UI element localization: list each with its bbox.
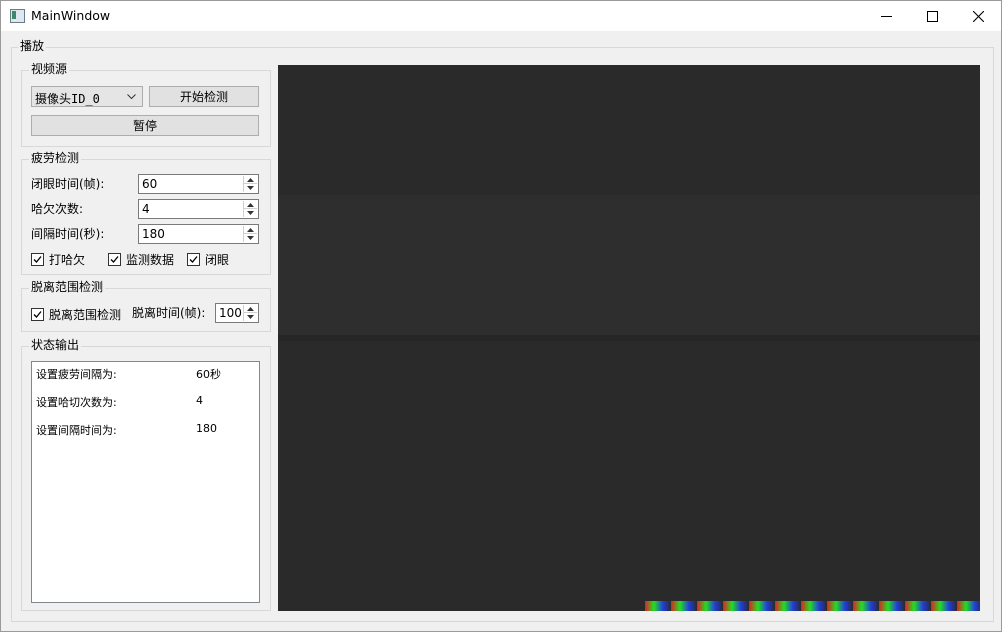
minimize-button[interactable] — [863, 1, 909, 31]
checkbox-box — [108, 253, 121, 266]
video-frame-band — [278, 335, 980, 341]
video-source-title: 视频源 — [29, 62, 70, 76]
away-checkbox-label: 脱离范围检测 — [49, 308, 122, 322]
eye-close-spinbox[interactable]: 60 — [138, 174, 259, 194]
start-detect-button[interactable]: 开始检测 — [149, 86, 259, 107]
status-line-value: 60秒 — [196, 368, 221, 381]
arrow-up-icon — [247, 202, 254, 207]
spin-down-button[interactable] — [244, 184, 257, 192]
video-frame-band — [278, 195, 980, 335]
arrow-down-icon — [247, 186, 254, 190]
yawn-checkbox-label: 打哈欠 — [49, 253, 86, 267]
fatigue-title: 疲劳检测 — [29, 151, 82, 165]
interval-value: 180 — [142, 227, 165, 241]
away-checkbox[interactable]: 脱离范围检测 — [31, 306, 121, 323]
arrow-up-icon — [247, 177, 254, 182]
camera-select-value: 摄像头ID_0 — [35, 92, 100, 106]
arrow-up-icon — [247, 306, 254, 311]
eye-close-label: 闭眼时间(帧): — [31, 177, 105, 191]
away-time-spinbox[interactable]: 100 — [215, 303, 259, 323]
eye-close-checkbox-label: 闭眼 — [205, 253, 230, 267]
checkbox-box — [31, 308, 44, 321]
app-icon — [10, 9, 25, 23]
arrow-up-icon — [247, 227, 254, 232]
spin-down-button[interactable] — [244, 209, 257, 217]
away-time-label: 脱离时间(帧): — [132, 306, 206, 320]
arrow-down-icon — [247, 315, 254, 319]
title-bar[interactable]: MainWindow — [1, 1, 1001, 31]
spin-up-button[interactable] — [244, 176, 257, 184]
spin-arrows — [243, 201, 257, 217]
status-line-key: 设置间隔时间为: — [36, 424, 117, 437]
status-line-value: 4 — [196, 394, 203, 407]
maximize-icon — [926, 10, 938, 22]
yawn-checkbox[interactable]: 打哈欠 — [31, 251, 85, 268]
check-icon — [33, 311, 42, 318]
spin-arrows — [243, 176, 257, 192]
chevron-down-icon — [127, 94, 136, 100]
arrow-down-icon — [247, 236, 254, 240]
video-display — [278, 65, 980, 611]
monitor-data-checkbox[interactable]: 监测数据 — [108, 251, 174, 268]
close-icon — [972, 10, 984, 22]
spin-arrows — [243, 305, 257, 321]
eye-close-value: 60 — [142, 177, 158, 191]
maximize-button[interactable] — [909, 1, 955, 31]
spin-up-button[interactable] — [244, 305, 257, 313]
window-title: MainWindow — [31, 8, 111, 23]
checkbox-box — [187, 253, 200, 266]
away-time-value: 100 — [219, 306, 242, 320]
checkbox-box — [31, 253, 44, 266]
interval-label: 间隔时间(秒): — [31, 227, 105, 241]
arrow-down-icon — [247, 211, 254, 215]
away-group-title: 脱离范围检测 — [29, 280, 106, 294]
main-window: MainWindow 播放 视频源 摄像头ID_0 开始检测 暂停 疲劳检测 闭… — [0, 0, 1002, 632]
video-color-strip — [645, 601, 980, 611]
status-line-key: 设置疲劳间隔为: — [36, 368, 117, 381]
status-line-key: 设置哈切次数为: — [36, 396, 117, 409]
check-icon — [189, 256, 198, 263]
monitor-data-checkbox-label: 监测数据 — [126, 253, 175, 267]
eye-close-checkbox[interactable]: 闭眼 — [187, 251, 229, 268]
status-group-title: 状态输出 — [29, 338, 82, 352]
check-icon — [33, 256, 42, 263]
spin-down-button[interactable] — [244, 234, 257, 242]
status-line-value: 180 — [196, 422, 217, 435]
yawn-count-label: 哈欠次数: — [31, 202, 84, 216]
pause-button[interactable]: 暂停 — [31, 115, 259, 136]
spin-up-button[interactable] — [244, 226, 257, 234]
spin-arrows — [243, 226, 257, 242]
interval-spinbox[interactable]: 180 — [138, 224, 259, 244]
camera-select[interactable]: 摄像头ID_0 — [31, 86, 143, 107]
spin-down-button[interactable] — [244, 313, 257, 321]
spin-up-button[interactable] — [244, 201, 257, 209]
playback-group-title: 播放 — [18, 39, 47, 53]
yawn-count-value: 4 — [142, 202, 150, 216]
minimize-icon — [880, 15, 892, 17]
yawn-count-spinbox[interactable]: 4 — [138, 199, 259, 219]
close-button[interactable] — [955, 1, 1001, 31]
check-icon — [110, 256, 119, 263]
status-output[interactable]: 设置疲劳间隔为: 60秒 设置哈切次数为: 4 设置间隔时间为: 180 — [31, 361, 260, 603]
